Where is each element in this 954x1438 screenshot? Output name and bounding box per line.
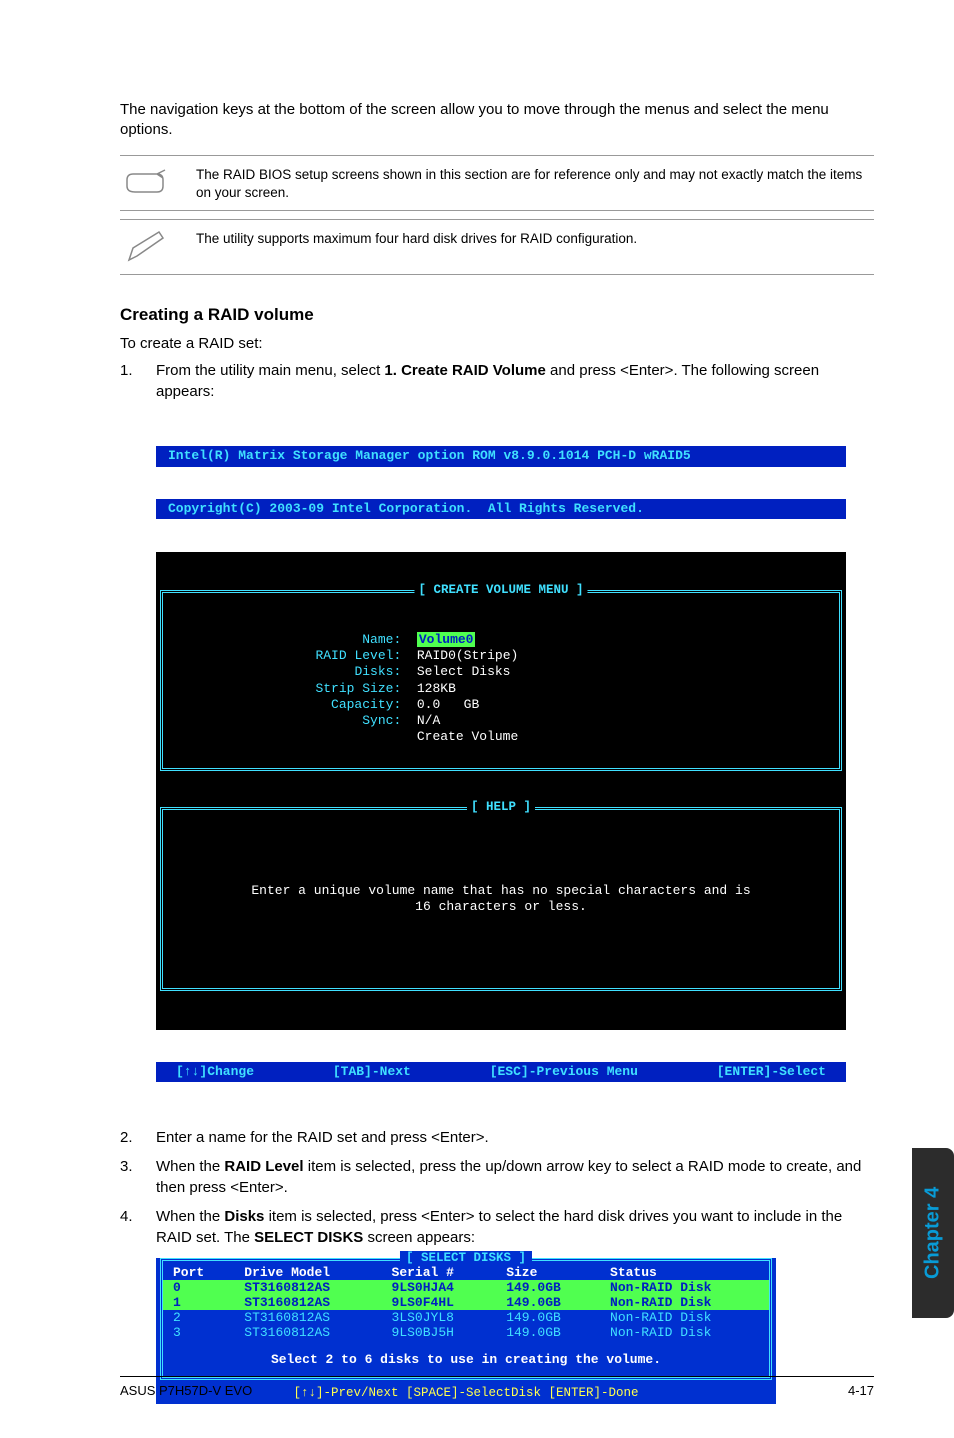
col-size: Size — [496, 1265, 600, 1280]
label: RAID Level: — [315, 648, 401, 663]
disks-value[interactable]: Select Disks — [417, 664, 511, 679]
cell-status: Non-RAID Disk — [600, 1325, 769, 1340]
step-body: When the Disks item is selected, press <… — [156, 1206, 874, 1248]
step-1: 1. From the utility main menu, select 1.… — [120, 360, 874, 402]
bios-create-volume-screen: Intel(R) Matrix Storage Manager option R… — [156, 414, 846, 1115]
step-body: When the RAID Level item is selected, pr… — [156, 1156, 874, 1198]
text: From the utility main menu, select — [156, 362, 384, 379]
field-name: RAID Level — [224, 1158, 303, 1175]
box-title: [ SELECT DISKS ] — [400, 1251, 532, 1265]
capacity-note: The utility supports maximum four hard d… — [120, 219, 874, 275]
key-hint: [ESC]-Previous Menu — [490, 1064, 638, 1080]
disks-instruction: Select 2 to 6 disks to use in creating t… — [163, 1352, 769, 1367]
note-text: The utility supports maximum four hard d… — [196, 228, 637, 248]
cell-status: Non-RAID Disk — [600, 1310, 769, 1325]
box-title: [ HELP ] — [467, 800, 535, 816]
cell-model: ST3160812AS — [234, 1310, 381, 1325]
page-footer: ASUS P7H57D-V EVO 4-17 — [120, 1376, 874, 1398]
col-status: Status — [600, 1265, 769, 1280]
cell-status: Non-RAID Disk — [600, 1295, 769, 1310]
text: When the — [156, 1158, 224, 1175]
bios-title-1: Intel(R) Matrix Storage Manager option R… — [156, 446, 846, 466]
cell-serial: 3LS0JYL8 — [382, 1310, 497, 1325]
help-box: [ HELP ] Enter a unique volume name that… — [160, 807, 842, 991]
screen-name: SELECT DISKS — [254, 1229, 363, 1246]
step-body: Enter a name for the RAID set and press … — [156, 1127, 874, 1148]
create-volume-box: [ CREATE VOLUME MENU ] Name: Volume0 RAI… — [160, 590, 842, 771]
step-number: 4. — [120, 1206, 156, 1248]
key-hint: [↑↓]Change — [176, 1064, 254, 1080]
footer-page-number: 4-17 — [848, 1383, 874, 1398]
label: Capacity: — [331, 697, 401, 712]
text: screen appears: — [363, 1229, 475, 1246]
capacity-value[interactable]: 0.0 GB — [417, 697, 479, 712]
step-3: 3. When the RAID Level item is selected,… — [120, 1156, 874, 1198]
key-hint: [ENTER]-Select — [717, 1064, 826, 1080]
step-number: 1. — [120, 360, 156, 402]
cell-serial: 9LS0HJA4 — [382, 1280, 497, 1295]
strip-size-value[interactable]: 128KB — [417, 681, 456, 696]
step-number: 2. — [120, 1127, 156, 1148]
create-volume-action[interactable]: Create Volume — [417, 729, 518, 744]
disk-row[interactable]: 0ST3160812AS9LS0HJA4149.0GBNon-RAID Disk — [163, 1280, 769, 1295]
label: Sync: — [362, 713, 401, 728]
disk-row[interactable]: 2ST3160812AS3LS0JYL8149.0GBNon-RAID Disk — [163, 1310, 769, 1325]
step-4: 4. When the Disks item is selected, pres… — [120, 1206, 874, 1248]
intro-text: The navigation keys at the bottom of the… — [120, 100, 874, 141]
step-body: From the utility main menu, select 1. Cr… — [156, 360, 874, 402]
help-text: 16 characters or less. — [415, 899, 587, 914]
cell-size: 149.0GB — [496, 1295, 600, 1310]
cell-port: 2 — [163, 1310, 234, 1325]
note-text: The RAID BIOS setup screens shown in thi… — [196, 164, 874, 202]
cell-model: ST3160812AS — [234, 1280, 381, 1295]
reference-note: The RAID BIOS setup screens shown in thi… — [120, 155, 874, 211]
menu-name: 1. Create RAID Volume — [384, 362, 545, 379]
disks-table: Port Drive Model Serial # Size Status 0S… — [163, 1265, 769, 1340]
box-title: [ CREATE VOLUME MENU ] — [414, 583, 587, 599]
cell-model: ST3160812AS — [234, 1325, 381, 1340]
cell-model: ST3160812AS — [234, 1295, 381, 1310]
key-hint: [TAB]-Next — [333, 1064, 411, 1080]
disk-row[interactable]: 1ST3160812AS9LS0F4HL149.0GBNon-RAID Disk — [163, 1295, 769, 1310]
footer-product: ASUS P7H57D-V EVO — [120, 1383, 252, 1398]
volume-name-field[interactable]: Volume0 — [417, 632, 476, 647]
label: Name: — [362, 632, 401, 647]
cell-size: 149.0GB — [496, 1310, 600, 1325]
col-serial: Serial # — [382, 1265, 497, 1280]
label: Disks: — [354, 664, 401, 679]
chapter-tab: Chapter 4 — [912, 1148, 954, 1318]
raid-level-value[interactable]: RAID0(Stripe) — [417, 648, 518, 663]
sub-text: To create a RAID set: — [120, 335, 874, 352]
cell-serial: 9LS0BJ5H — [382, 1325, 497, 1340]
field-name: Disks — [224, 1208, 264, 1225]
disk-row[interactable]: 3ST3160812AS9LS0BJ5H149.0GBNon-RAID Disk — [163, 1325, 769, 1340]
cell-status: Non-RAID Disk — [600, 1280, 769, 1295]
bios-footer-keys: [↑↓]Change [TAB]-Next [ESC]-Previous Men… — [156, 1062, 846, 1082]
sync-value: N/A — [417, 713, 440, 728]
cell-port: 3 — [163, 1325, 234, 1340]
cell-size: 149.0GB — [496, 1280, 600, 1295]
help-text: Enter a unique volume name that has no s… — [251, 883, 750, 898]
text: When the — [156, 1208, 224, 1225]
col-port: Port — [163, 1265, 234, 1280]
cell-port: 1 — [163, 1295, 234, 1310]
hand-icon — [120, 164, 172, 196]
bios-title-2: Copyright(C) 2003-09 Intel Corporation. … — [156, 499, 846, 519]
cell-size: 149.0GB — [496, 1325, 600, 1340]
section-heading: Creating a RAID volume — [120, 305, 874, 325]
cell-serial: 9LS0F4HL — [382, 1295, 497, 1310]
col-model: Drive Model — [234, 1265, 381, 1280]
cell-port: 0 — [163, 1280, 234, 1295]
pencil-icon — [120, 228, 172, 266]
label: Strip Size: — [315, 681, 401, 696]
step-2: 2. Enter a name for the RAID set and pre… — [120, 1127, 874, 1148]
step-number: 3. — [120, 1156, 156, 1198]
table-header: Port Drive Model Serial # Size Status — [163, 1265, 769, 1280]
